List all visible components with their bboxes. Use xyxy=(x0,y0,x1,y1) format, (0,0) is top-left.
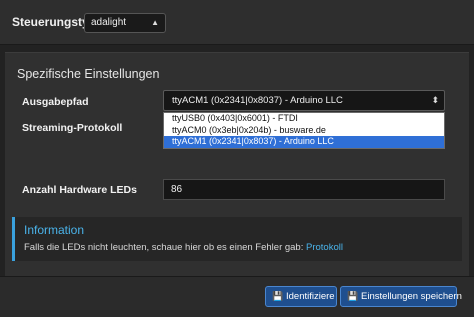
footer-bar: 💾 Identifiziere 💾 Einstellungen speichern xyxy=(0,276,474,317)
sort-caret-icon: ▲ xyxy=(151,18,159,27)
save-settings-label: Einstellungen speichern xyxy=(361,291,462,302)
output-path-select[interactable]: ttyACM1 (0x2341|0x8037) - Arduino LLC ⬍ xyxy=(163,90,445,111)
identify-button[interactable]: 💾 Identifiziere xyxy=(265,286,337,307)
controller-type-select[interactable]: adalight ▲ xyxy=(84,13,166,33)
specific-settings-panel: Spezifische Einstellungen Ausgabepfad tt… xyxy=(5,52,469,277)
output-path-label: Ausgabepfad xyxy=(22,96,89,108)
info-message: Falls die LEDs nicht leuchten, schaue hi… xyxy=(24,242,304,253)
dropdown-option[interactable]: ttyACM0 (0x3eb|0x204b) - busware.de xyxy=(164,125,444,137)
info-text: Falls die LEDs nicht leuchten, schaue hi… xyxy=(24,242,343,253)
controller-type-value: adalight xyxy=(91,17,127,28)
hardware-leds-label: Anzahl Hardware LEDs xyxy=(22,184,137,196)
output-path-value: ttyACM1 (0x2341|0x8037) - Arduino LLC xyxy=(172,95,343,106)
dropdown-option-selected[interactable]: ttyACM1 (0x2341|0x8037) - Arduino LLC xyxy=(164,136,444,148)
section-title: Spezifische Einstellungen xyxy=(17,67,160,81)
info-box: Information Falls die LEDs nicht leuchte… xyxy=(12,217,462,261)
dropdown-option[interactable]: ttyUSB0 (0x403|0x6001) - FTDI xyxy=(164,113,444,125)
sort-caret-icon: ⬍ xyxy=(431,95,439,105)
info-title: Information xyxy=(24,223,85,237)
floppy-disk-icon: 💾 xyxy=(347,291,359,301)
save-settings-button[interactable]: 💾 Einstellungen speichern xyxy=(340,286,462,307)
identify-button-label: Identifiziere xyxy=(286,291,335,302)
top-bar: Steuerungstyp: adalight ▲ xyxy=(0,0,474,45)
log-link[interactable]: Protokoll xyxy=(306,242,343,253)
floppy-disk-icon: 💾 xyxy=(272,291,284,301)
streaming-protocol-label: Streaming-Protokoll xyxy=(22,122,123,134)
output-path-dropdown: ttyUSB0 (0x403|0x6001) - FTDI ttyACM0 (0… xyxy=(163,112,445,149)
hardware-leds-input[interactable]: 86 xyxy=(163,179,445,200)
